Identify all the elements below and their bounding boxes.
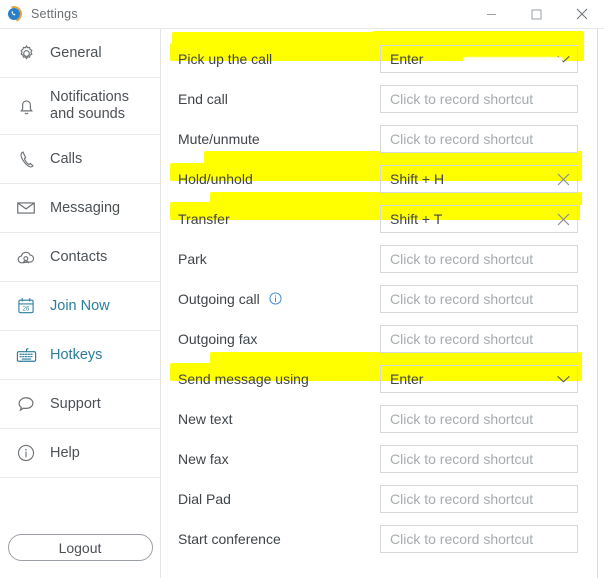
envelope-icon xyxy=(10,197,42,219)
hotkey-label: New fax xyxy=(178,451,229,467)
sidebar-item-label: Contacts xyxy=(50,248,108,265)
info-circle-icon xyxy=(10,442,42,464)
hotkey-placeholder: Click to record shortcut xyxy=(390,250,534,267)
start-conference-shortcut-input[interactable]: Click to record shortcut xyxy=(380,525,578,553)
svg-text:26: 26 xyxy=(23,307,30,313)
hotkey-row-start-conference: Start conference Click to record shortcu… xyxy=(162,520,597,560)
logout-button[interactable]: Logout xyxy=(7,534,153,561)
hotkey-row-outgoing-call: Outgoing call Click to record shortcut xyxy=(162,280,597,320)
new-text-shortcut-input[interactable]: Click to record shortcut xyxy=(380,405,578,433)
keyboard-icon xyxy=(10,344,42,367)
sidebar-item-contacts[interactable]: Contacts xyxy=(0,233,160,282)
hotkey-label: Mute/unmute xyxy=(178,131,260,147)
bell-icon xyxy=(10,96,42,117)
hotkey-placeholder: Click to record shortcut xyxy=(390,90,534,107)
hotkey-placeholder: Click to record shortcut xyxy=(390,290,534,307)
info-circle-icon[interactable] xyxy=(269,292,282,305)
highlight-streak xyxy=(463,57,563,62)
sidebar-item-label: Support xyxy=(50,395,101,412)
cloud-contacts-icon xyxy=(10,246,42,269)
hotkey-label: Transfer xyxy=(178,211,230,227)
sidebar-item-label: Calls xyxy=(50,150,83,167)
hotkey-row-new-text: New text Click to record shortcut xyxy=(162,400,597,440)
hotkey-label: Outgoing call xyxy=(178,291,260,307)
sidebar-item-notifications-and-sounds[interactable]: Notifications and sounds xyxy=(0,78,160,135)
sidebar-item-support[interactable]: Support xyxy=(0,380,160,429)
transfer-shortcut-input[interactable]: Shift + T xyxy=(380,205,578,233)
sidebar-item-label: Join Now xyxy=(50,297,110,314)
hotkey-label: Hold/unhold xyxy=(178,171,253,187)
pick-up-the-call-dropdown[interactable]: Enter xyxy=(380,45,578,73)
hotkey-placeholder: Click to record shortcut xyxy=(390,130,534,147)
title-bar: Settings xyxy=(0,0,604,28)
send-message-using-dropdown[interactable]: Enter xyxy=(380,365,578,393)
sidebar-item-calls[interactable]: Calls xyxy=(0,135,160,184)
hotkey-row-park: Park Click to record shortcut xyxy=(162,240,597,280)
new-fax-shortcut-input[interactable]: Click to record shortcut xyxy=(380,445,578,473)
phone-icon xyxy=(10,149,42,170)
maximize-button[interactable] xyxy=(514,0,559,28)
phone-circle-icon xyxy=(3,3,25,25)
sidebar-item-general[interactable]: General xyxy=(0,29,160,78)
window-controls xyxy=(469,0,604,28)
window-title: Settings xyxy=(31,6,78,21)
close-icon[interactable] xyxy=(556,172,571,187)
sidebar-item-messaging[interactable]: Messaging xyxy=(0,184,160,233)
hotkey-placeholder: Click to record shortcut xyxy=(390,410,534,427)
chat-bubble-icon xyxy=(10,393,42,415)
sidebar-item-label: Messaging xyxy=(50,199,121,216)
hotkey-row-end-call: End call Click to record shortcut xyxy=(162,80,597,120)
dial-pad-shortcut-input[interactable]: Click to record shortcut xyxy=(380,485,578,513)
sidebar-item-help[interactable]: Help xyxy=(0,429,160,478)
settings-window: Settings General Notifications and sound… xyxy=(0,0,604,578)
hotkeys-panel: Pick up the call Enter End call Click to… xyxy=(162,29,597,578)
hotkey-row-dial-pad: Dial Pad Click to record shortcut xyxy=(162,480,597,520)
hotkey-value: Shift + H xyxy=(390,170,445,187)
hotkey-placeholder: Click to record shortcut xyxy=(390,450,534,467)
sidebar-item-hotkeys[interactable]: Hotkeys xyxy=(0,331,160,380)
minimize-button[interactable] xyxy=(469,0,514,28)
hotkey-placeholder: Click to record shortcut xyxy=(390,530,534,547)
panel-right-gutter xyxy=(598,29,604,578)
hotkey-label: New text xyxy=(178,411,233,427)
hotkey-value: Enter xyxy=(390,50,424,67)
hotkey-label: Dial Pad xyxy=(178,491,231,507)
hotkey-row-new-fax: New fax Click to record shortcut xyxy=(162,440,597,480)
end-call-shortcut-input[interactable]: Click to record shortcut xyxy=(380,85,578,113)
outgoing-call-shortcut-input[interactable]: Click to record shortcut xyxy=(380,285,578,313)
sidebar-item-label: Help xyxy=(50,444,80,461)
hold-unhold-shortcut-input[interactable]: Shift + H xyxy=(380,165,578,193)
close-button[interactable] xyxy=(559,0,604,28)
chevron-down-icon xyxy=(557,375,570,384)
hotkey-label: Park xyxy=(178,251,207,267)
sidebar-item-label: Hotkeys xyxy=(50,346,103,363)
close-icon[interactable] xyxy=(556,212,571,227)
sidebar-item-label: General xyxy=(50,44,102,61)
logout-container: Logout xyxy=(0,517,160,578)
hotkey-label: Send message using xyxy=(178,371,309,387)
hotkey-value: Shift + T xyxy=(390,210,443,227)
hotkey-label: Outgoing fax xyxy=(178,331,258,347)
hotkey-value: Enter xyxy=(390,370,424,387)
park-shortcut-input[interactable]: Click to record shortcut xyxy=(380,245,578,273)
mute-unmute-shortcut-input[interactable]: Click to record shortcut xyxy=(380,125,578,153)
sidebar: General Notifications and sounds Calls M… xyxy=(0,29,161,578)
sidebar-item-join-now[interactable]: 26 Join Now xyxy=(0,282,160,331)
hotkey-placeholder: Click to record shortcut xyxy=(390,490,534,507)
hotkey-label: End call xyxy=(178,91,228,107)
outgoing-fax-shortcut-input[interactable]: Click to record shortcut xyxy=(380,325,578,353)
hotkey-label: Start conference xyxy=(178,531,281,547)
hotkey-placeholder: Click to record shortcut xyxy=(390,330,534,347)
gear-icon xyxy=(10,43,42,64)
calendar-26-icon: 26 xyxy=(10,296,42,316)
hotkey-label: Pick up the call xyxy=(178,51,273,67)
sidebar-item-label: Notifications and sounds xyxy=(50,89,129,122)
